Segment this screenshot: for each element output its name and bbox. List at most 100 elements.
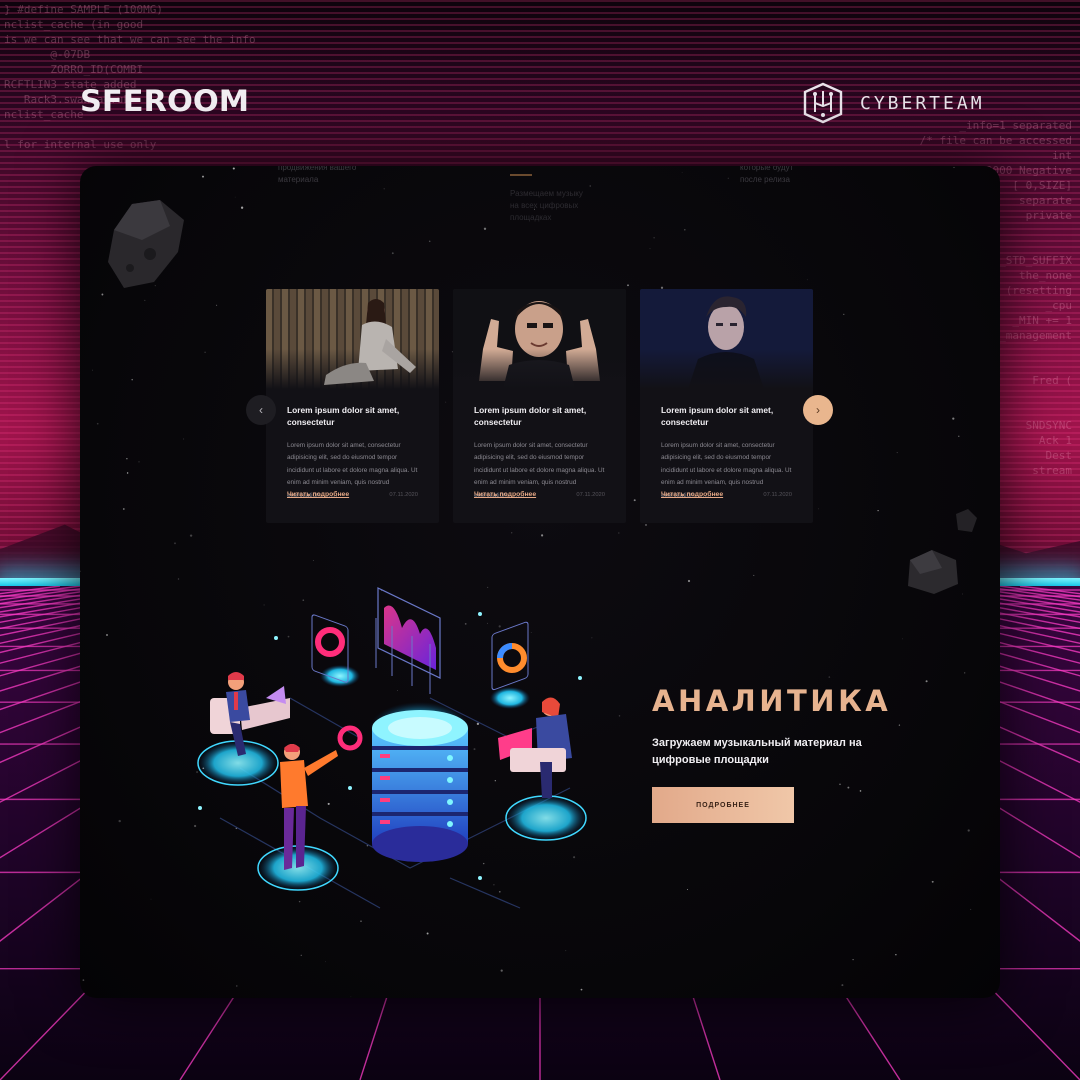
star — [150, 898, 152, 900]
top-text-line: материала — [278, 175, 319, 184]
news-card[interactable]: Lorem ipsum dolor sit amet, consectetur … — [640, 289, 813, 523]
star — [202, 175, 204, 178]
cyberteam-mark-icon — [803, 82, 843, 124]
cyberteam-wordmark: CYBERTEAM — [860, 92, 985, 114]
star — [859, 790, 862, 792]
star — [653, 237, 655, 239]
star — [428, 240, 431, 243]
card-date: 07.11.2020 — [389, 491, 418, 498]
star — [232, 167, 235, 170]
star — [360, 920, 362, 923]
star — [896, 452, 898, 454]
top-text-col1: продвижения вашего материала — [278, 166, 356, 186]
card-date: 07.11.2020 — [763, 491, 792, 498]
star — [618, 532, 620, 534]
star — [234, 196, 236, 198]
read-more-link[interactable]: Читать подробнее — [661, 491, 723, 498]
star — [967, 829, 970, 832]
star — [962, 593, 964, 595]
star — [106, 634, 108, 636]
star — [681, 172, 683, 173]
star — [902, 638, 903, 640]
star — [325, 961, 326, 963]
star — [847, 786, 850, 789]
star — [236, 985, 238, 987]
star — [96, 422, 99, 425]
top-text-line: Размещаем музыку — [510, 189, 583, 198]
star — [952, 417, 955, 420]
star — [852, 958, 854, 961]
star — [383, 188, 385, 190]
star — [177, 578, 180, 580]
star — [91, 369, 93, 371]
card-title: Lorem ipsum dolor sit amet, consectetur — [661, 405, 774, 427]
star — [183, 438, 185, 440]
star — [839, 783, 841, 786]
top-text-line: на всех цифровых — [510, 201, 579, 210]
carousel-prev-button[interactable]: ‹ — [246, 395, 276, 425]
card-photo-man-thumbs — [453, 289, 626, 389]
card-title: Lorem ipsum dolor sit amet, consectetur — [287, 405, 400, 427]
star — [350, 996, 352, 998]
analytics-subtitle: Загружаем музыкальный материал на цифров… — [652, 737, 862, 766]
star — [931, 880, 934, 883]
top-text-col3: которые будут после релиза — [740, 166, 793, 186]
card-photo-man-blue — [640, 289, 813, 389]
star — [580, 988, 583, 991]
star — [300, 954, 302, 956]
cyberteam-logo: CYBERTEAM — [800, 82, 985, 124]
star — [541, 534, 544, 537]
star — [189, 534, 193, 537]
star — [240, 206, 244, 209]
sferoom-logo: SFEROOM — [80, 84, 250, 118]
top-text-line: которые будут — [740, 166, 794, 172]
star — [895, 954, 897, 956]
star — [138, 461, 140, 463]
asteroid-icon — [108, 200, 184, 288]
analytics-title: АНАЛИТИКА — [652, 684, 892, 718]
top-accent-line — [510, 174, 532, 176]
star — [204, 351, 206, 354]
star — [174, 542, 176, 545]
star — [687, 579, 691, 583]
star — [727, 177, 729, 179]
star — [841, 984, 844, 987]
asteroid-icon — [908, 550, 958, 594]
star — [753, 574, 755, 576]
read-more-link[interactable]: Читать подробнее — [287, 491, 349, 498]
carousel-next-button[interactable]: › — [803, 395, 833, 425]
star — [101, 293, 104, 296]
chevron-right-icon: › — [816, 403, 820, 417]
grid-line — [0, 586, 61, 595]
news-card[interactable]: Lorem ipsum dolor sit amet, consectetur … — [453, 289, 626, 523]
more-button[interactable]: ПОДРОБНЕЕ — [652, 787, 794, 823]
top-text-line: после релиза — [740, 175, 791, 184]
card-title: Lorem ipsum dolor sit amet, consectetur — [474, 405, 587, 427]
star — [144, 299, 146, 301]
star — [958, 435, 960, 437]
star — [877, 509, 879, 512]
news-carousel: Lorem ipsum dolor sit amet, consectetur … — [266, 289, 813, 523]
news-card[interactable]: Lorem ipsum dolor sit amet, consectetur … — [266, 289, 439, 523]
chevron-left-icon: ‹ — [259, 403, 263, 417]
star — [684, 228, 686, 231]
star — [806, 279, 808, 281]
star — [618, 715, 621, 717]
read-more-link[interactable]: Читать подробнее — [474, 491, 536, 498]
analytics-illustration — [197, 587, 587, 909]
star — [898, 724, 901, 726]
star — [627, 284, 629, 287]
star — [118, 819, 121, 823]
star — [511, 532, 513, 534]
top-text-col2: Размещаем музыку на всех цифровых площад… — [510, 188, 583, 224]
star — [645, 524, 647, 526]
star — [312, 560, 314, 561]
star — [216, 304, 218, 306]
star — [970, 908, 972, 910]
card-photo-woman — [266, 289, 439, 389]
asteroid-icon — [956, 509, 977, 532]
top-text-line: продвижения вашего — [278, 166, 357, 172]
website-preview: продвижения вашего материала Размещаем м… — [80, 166, 1000, 998]
card-date: 07.11.2020 — [576, 491, 605, 498]
star — [925, 680, 928, 683]
